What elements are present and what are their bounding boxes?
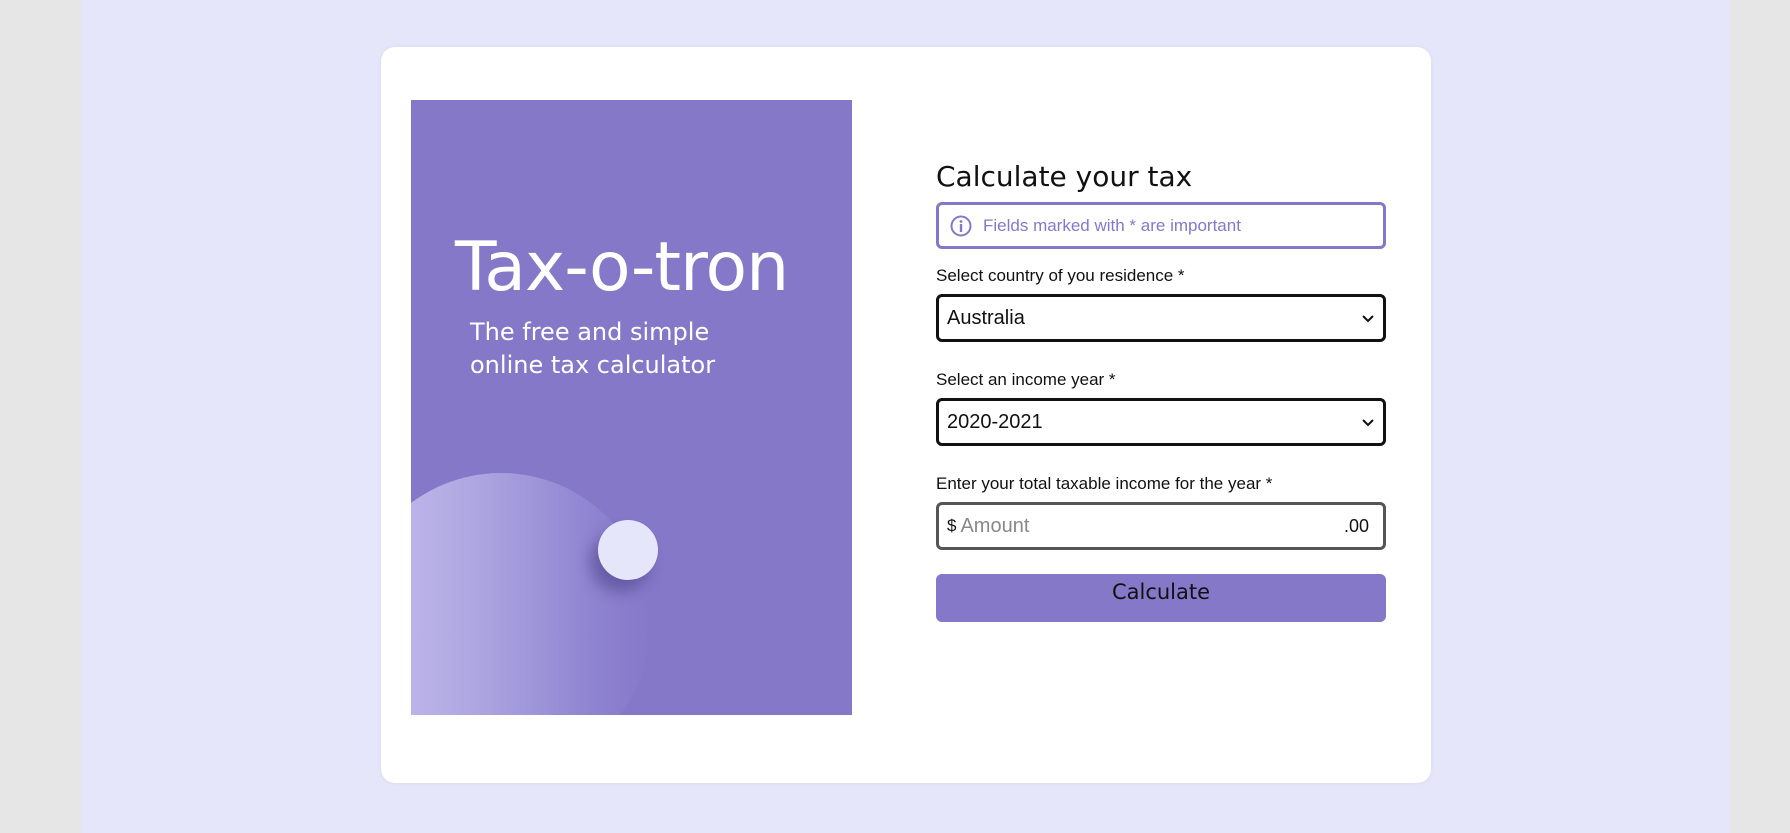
cents-suffix: .00 — [1343, 515, 1369, 536]
info-icon — [950, 215, 972, 237]
currency-symbol: $ — [947, 516, 957, 535]
tax-form: Calculate your tax Fields marked with * … — [936, 159, 1386, 622]
income-year-selected-value: 2020-2021 — [947, 410, 1043, 433]
decorative-large-circle — [411, 473, 651, 715]
taxable-income-field: $ .00 — [936, 502, 1386, 550]
app-subtitle: The free and simple online tax calculato… — [470, 318, 716, 379]
amount-input[interactable] — [960, 514, 1344, 538]
taxable-income-label: Enter your total taxable income for the … — [936, 474, 1273, 493]
country-label: Select country of you residence * — [936, 266, 1185, 285]
hero-panel: Tax-o-tron The free and simple online ta… — [411, 100, 852, 715]
country-selected-value: Australia — [947, 306, 1025, 329]
chevron-down-icon — [1361, 415, 1375, 429]
notice-text: Fields marked with * are important — [983, 215, 1241, 235]
income-year-label: Select an income year * — [936, 370, 1116, 389]
required-fields-notice: Fields marked with * are important — [936, 202, 1386, 249]
app-title: Tax-o-tron — [455, 228, 789, 307]
calculator-card: Tax-o-tron The free and simple online ta… — [381, 47, 1431, 783]
income-year-select[interactable]: 2020-2021 — [936, 398, 1386, 446]
country-select[interactable]: Australia — [936, 294, 1386, 342]
calculate-button[interactable]: Calculate — [936, 574, 1386, 622]
decorative-small-circle — [598, 520, 658, 580]
chevron-down-icon — [1361, 311, 1375, 325]
form-title: Calculate your tax — [936, 160, 1193, 193]
